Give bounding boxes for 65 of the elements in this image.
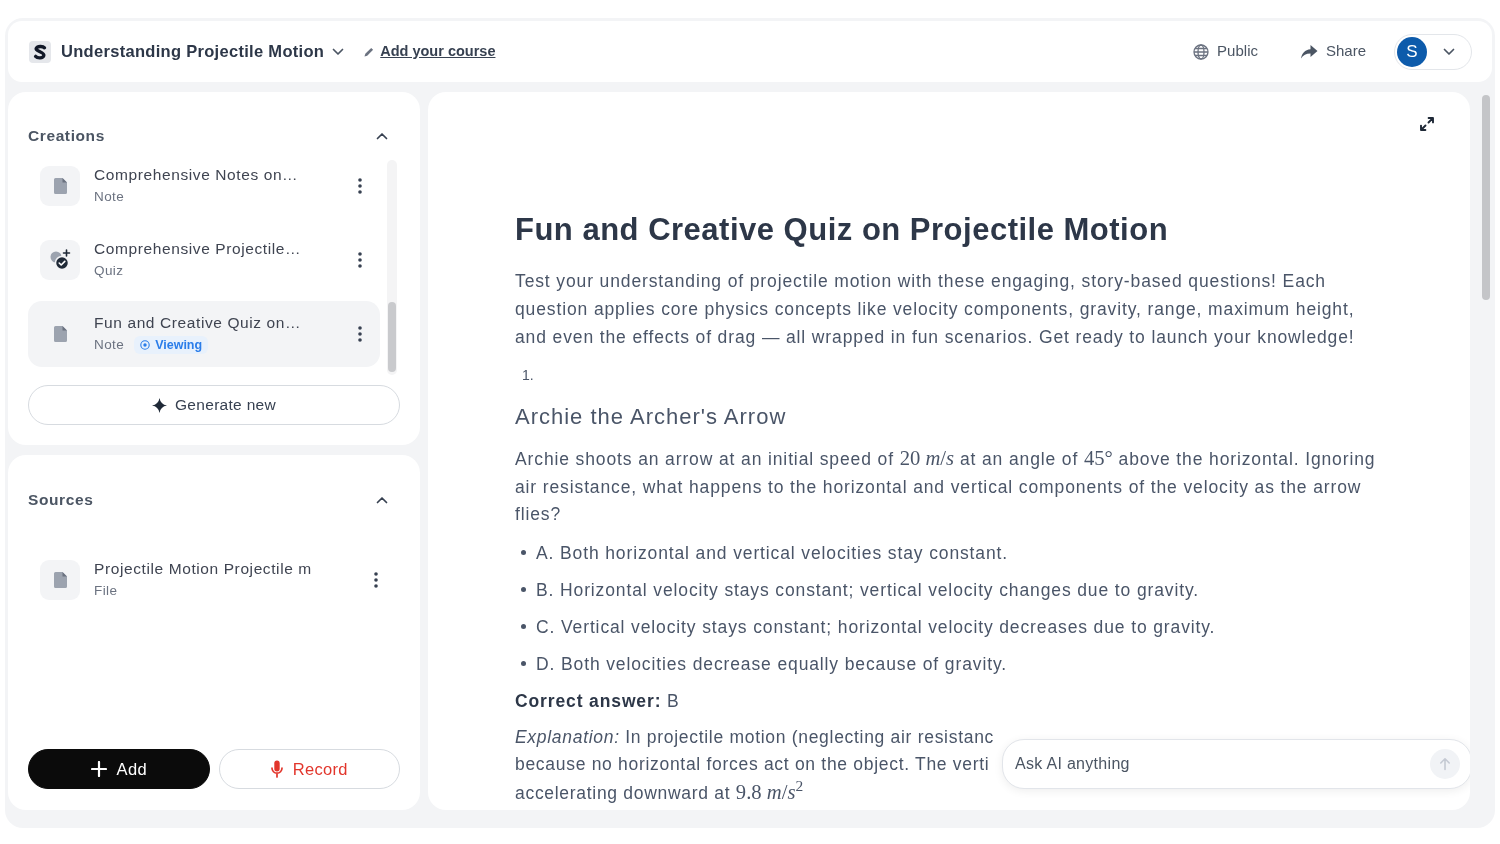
add-course-link[interactable]: Add your course (364, 40, 496, 63)
item-type: File (94, 582, 118, 600)
plus-icon (90, 761, 107, 777)
item-type: Note (94, 188, 125, 206)
chevron-down-icon (332, 47, 345, 56)
more-options-icon[interactable] (358, 178, 362, 194)
ring-dot-icon (140, 340, 151, 350)
more-options-icon[interactable] (358, 252, 362, 268)
item-title: Fun and Creative Quiz on… (94, 313, 303, 333)
option-text: A. Both horizontal and vertical velocities stay constant. (536, 541, 1009, 565)
section-title: Creations (28, 126, 105, 147)
account-menu-button[interactable]: S (1394, 33, 1472, 70)
scrollbar-thumb[interactable] (1482, 95, 1490, 300)
add-button[interactable]: Add (28, 749, 210, 789)
more-options-icon[interactable] (374, 572, 378, 588)
question-text: Archie shoots an arrow at an initial speed of 20 m/s at an angle of 45° above the horizontal. Ignoring air resistance, what happens to the horizontal and vertical components of the velocity as the arrow flies? (515, 446, 1377, 526)
expand-icon[interactable] (1419, 116, 1435, 132)
bullet-icon (521, 624, 526, 629)
creation-item[interactable]: Fun and Creative Quiz on… Note Viewing (28, 301, 380, 367)
microphone-icon (270, 760, 283, 778)
generate-new-button[interactable]: Generate new (28, 385, 400, 425)
sparkle-icon (152, 397, 167, 413)
option-text: B. Horizontal velocity stays constant; vertical velocity changes due to gravity. (536, 578, 1199, 602)
ask-ai-field[interactable]: Ask AI anything (1002, 739, 1470, 789)
item-type: Quiz (94, 262, 124, 280)
chevron-down-icon (1443, 47, 1455, 56)
explanation-text: Explanation: In projectile motion (neglecting air resistanc (515, 725, 995, 749)
creation-item[interactable]: Comprehensive Projectile… Quiz (28, 227, 380, 293)
visibility-button[interactable]: Public (1187, 36, 1264, 67)
correct-answer: Correct answer: B (515, 689, 681, 713)
course-title-button[interactable]: Understanding Projectile Motion (61, 39, 345, 64)
bullet-icon (521, 587, 526, 592)
question-number: 1. (522, 366, 534, 385)
avatar: S (1397, 36, 1427, 67)
document-icon (40, 166, 80, 206)
record-button[interactable]: Record (218, 749, 400, 789)
globe-icon (1193, 43, 1210, 60)
document-icon (40, 560, 80, 600)
check-badge-icon (40, 240, 80, 280)
scrollbar-thumb[interactable] (388, 302, 396, 372)
option-text: D. Both velocities decrease equally because of gravity. (536, 652, 1007, 676)
bullet-icon (521, 661, 526, 666)
chevron-up-icon[interactable] (376, 132, 388, 140)
badge-label: Viewing (155, 337, 203, 354)
option-text: C. Vertical velocity stays constant; horizontal velocity decreases due to gravity. (536, 615, 1216, 639)
item-title: Comprehensive Projectile… (94, 239, 303, 259)
arrow-up-icon (1438, 757, 1452, 771)
share-arrow-icon (1299, 44, 1318, 59)
item-title: Projectile Motion Projectile m (94, 559, 313, 579)
document-title: Fun and Creative Quiz on Projectile Motion (515, 211, 1170, 249)
item-title: Comprehensive Notes on… (94, 165, 300, 185)
explanation-text: because no horizontal forces act on the object. The verti (515, 753, 990, 776)
share-button[interactable]: Share (1293, 36, 1372, 67)
bullet-icon (521, 550, 526, 555)
creation-item[interactable]: Comprehensive Notes on… Note (28, 153, 380, 219)
more-options-icon[interactable] (358, 326, 362, 342)
intro-paragraph: Test your understanding of projectile motion with these engaging, story-based questions! Each question applies core physics concepts like velocity components, gravity, range, maximum height, and even the effects of drag — all wrapped in fun scenarios. Get ready to launch your knowledge! (515, 270, 1356, 349)
explanation-text: accelerating downward at 9.8 m/s$^{2}$ (515, 778, 804, 805)
source-item[interactable]: Projectile Motion Projectile m File (28, 547, 398, 613)
section-title: Sources (28, 490, 94, 511)
chevron-up-icon[interactable] (376, 496, 388, 504)
item-type: Note (94, 336, 125, 354)
question-heading: Archie the Archer's Arrow (515, 403, 788, 431)
logo-icon (29, 40, 51, 63)
pencil-icon (364, 46, 375, 57)
